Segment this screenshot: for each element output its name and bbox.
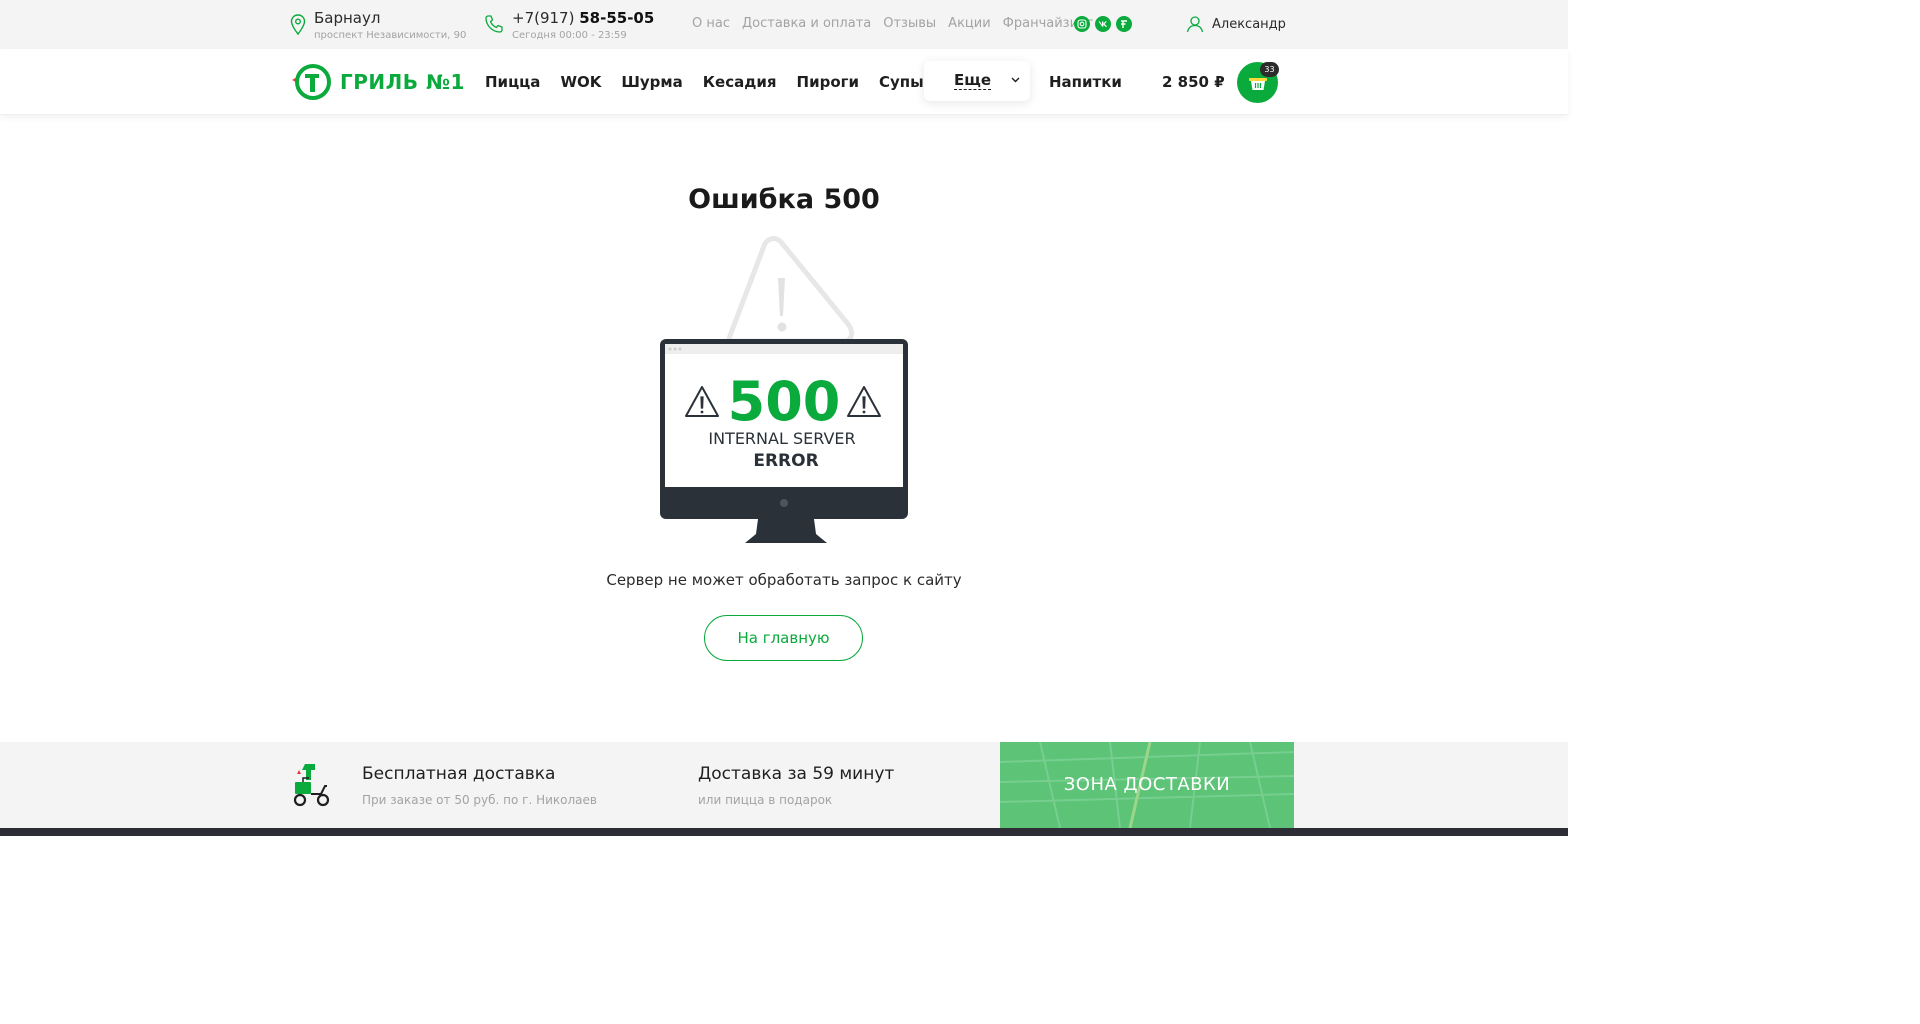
warning-triangle-icon xyxy=(725,236,855,344)
fast-delivery-block: Доставка за 59 минут или пицца в подарок xyxy=(698,764,894,807)
delivery-zone-label: ЗОНА ДОСТАВКИ xyxy=(1063,774,1231,795)
phone-main: 58-55-05 xyxy=(579,9,655,27)
delivery-scooter-icon xyxy=(293,764,330,807)
error-line1: INTERNAL SERVER xyxy=(708,429,855,448)
logo-text: ГРИЛЬ №1 xyxy=(340,70,465,94)
more-label: Еще xyxy=(954,71,992,90)
error-description: Сервер не может обработать запрос к сайт… xyxy=(606,571,962,589)
error-line2: ERROR xyxy=(753,451,818,471)
link-about[interactable]: О нас xyxy=(692,16,730,31)
main-header: ГРИЛЬ №1 Пицца WOK Шурма Кесадия Пироги … xyxy=(0,49,1568,115)
instagram-icon[interactable] xyxy=(1074,16,1090,32)
phone-number[interactable]: +7(917) 58-55-05 xyxy=(512,9,654,27)
link-promos[interactable]: Акции xyxy=(948,16,991,31)
more-dropdown[interactable]: Еще xyxy=(924,61,1030,101)
main-nav: Пицца WOK Шурма Кесадия Пироги Супы xyxy=(485,73,944,91)
fast-delivery-title: Доставка за 59 минут xyxy=(698,764,895,784)
top-bar: Барнаул проспект Независимости, 90 +7(91… xyxy=(0,0,1568,49)
chevron-down-icon xyxy=(1011,77,1020,83)
free-delivery-block: Бесплатная доставка При заказе от 50 руб… xyxy=(362,764,597,807)
home-button[interactable]: На главную xyxy=(704,615,863,661)
nav-soups[interactable]: Супы xyxy=(879,73,924,91)
cart-count-badge: 33 xyxy=(1260,62,1279,77)
logo[interactable]: ГРИЛЬ №1 xyxy=(290,63,465,101)
phone-block[interactable]: +7(917) 58-55-05 Сегодня 00:00 - 23:59 xyxy=(484,9,654,44)
cart-total[interactable]: 2 850 ₽ xyxy=(1162,73,1225,91)
city-name[interactable]: Барнаул xyxy=(314,9,466,27)
logo-icon xyxy=(292,64,331,100)
phone-icon xyxy=(485,15,503,33)
user-name: Александр xyxy=(1212,16,1286,32)
nav-pies[interactable]: Пироги xyxy=(797,73,859,91)
fast-delivery-sub: или пицца в подарок xyxy=(698,793,833,807)
vk-icon[interactable] xyxy=(1095,16,1111,32)
top-links: О нас Доставка и оплата Отзывы Акции Фра… xyxy=(692,16,1093,31)
delivery-zone-map[interactable]: ЗОНА ДОСТАВКИ xyxy=(1000,742,1294,828)
link-delivery[interactable]: Доставка и оплата xyxy=(742,16,871,31)
error-code: 500 xyxy=(728,370,841,433)
user-account[interactable]: Александр xyxy=(1186,15,1286,33)
nav-shawarma[interactable]: Шурма xyxy=(621,73,682,91)
free-delivery-title: Бесплатная доставка xyxy=(362,764,556,784)
page-title: Ошибка 500 xyxy=(688,184,880,215)
restaurant-address: проспект Независимости, 90 xyxy=(314,30,467,41)
error-500-illustration: 500 INTERNAL SERVER ERROR xyxy=(660,236,908,543)
nav-drinks[interactable]: Напитки xyxy=(1049,73,1122,91)
working-hours: Сегодня 00:00 - 23:59 xyxy=(512,30,627,41)
fl-icon[interactable] xyxy=(1116,16,1132,32)
location-pin-icon xyxy=(290,14,306,36)
city-selector[interactable]: Барнаул проспект Независимости, 90 xyxy=(290,9,466,44)
phone-prefix: +7(917) xyxy=(512,9,575,27)
nav-quesadilla[interactable]: Кесадия xyxy=(703,73,777,91)
nav-wok[interactable]: WOK xyxy=(560,73,601,91)
free-delivery-sub: При заказе от 50 руб. по г. Николаев xyxy=(362,793,597,807)
footer-bar xyxy=(0,828,1568,836)
social-links xyxy=(1074,16,1132,32)
user-icon xyxy=(1186,16,1204,33)
nav-pizza[interactable]: Пицца xyxy=(485,73,540,91)
link-reviews[interactable]: Отзывы xyxy=(883,16,936,31)
